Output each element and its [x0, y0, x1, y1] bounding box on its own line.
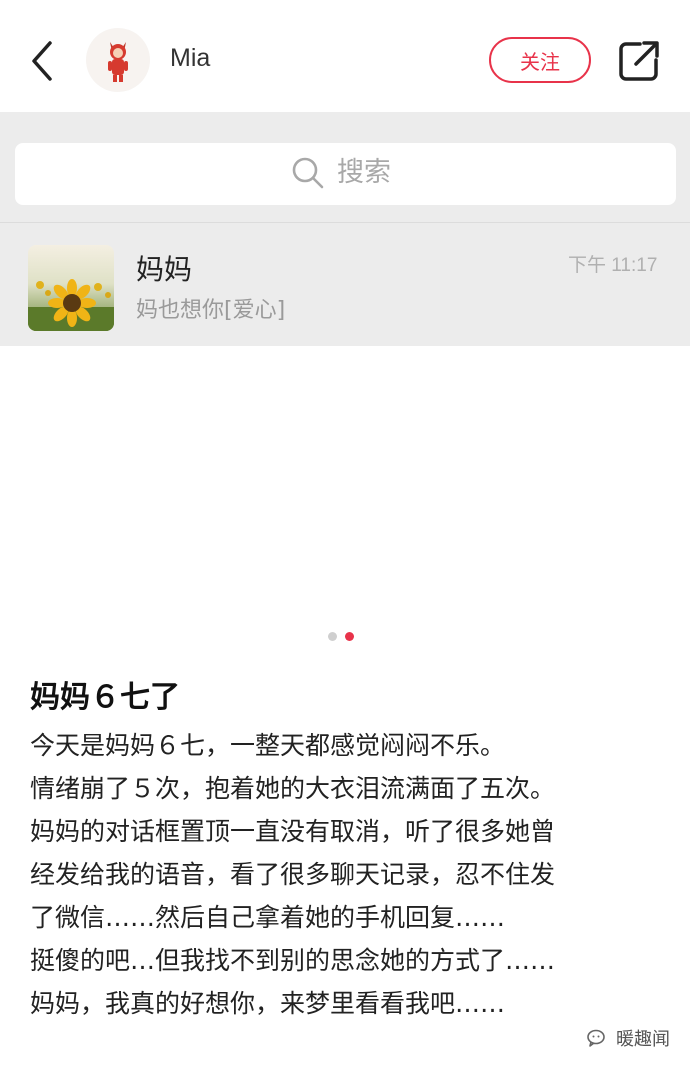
wechat-bubble-icon — [587, 1029, 605, 1047]
post-line: 经发给我的语音，看了很多聊天记录，忍不住发 — [30, 860, 556, 889]
post-line: 挺傻的吧…但我找不到别的思念她的方式了…… — [30, 946, 556, 975]
post-line: 妈妈的对话框置顶一直没有取消，听了很多她曾 — [30, 817, 556, 846]
post-line: 今天是妈妈６七，一整天都感觉闷闷不乐。 — [30, 731, 506, 760]
divider — [0, 222, 690, 223]
share-icon[interactable] — [616, 38, 662, 84]
post-line: 了微信……然后自己拿着她的手机回复…… — [30, 903, 506, 932]
chat-message-preview: 妈也想你[爱心] — [136, 298, 286, 323]
chat-thumbnail-sunflower — [28, 245, 114, 331]
back-chevron-icon[interactable] — [24, 36, 64, 86]
post-body: 今天是妈妈６七，一整天都感觉闷闷不乐。 情绪崩了５次，抱着她的大衣泪流满面了五次… — [30, 724, 670, 1025]
post-line: 妈妈，我真的好想你，来梦里看看我吧…… — [30, 989, 506, 1018]
carousel-dot-1[interactable] — [328, 632, 337, 641]
avatar[interactable] — [86, 28, 150, 92]
avatar-figure-icon — [86, 28, 150, 92]
sunflower-image-icon — [28, 245, 114, 331]
top-bar: Mia 关注 — [0, 0, 690, 112]
search-icon — [292, 157, 324, 189]
chat-timestamp: 下午 11:17 — [568, 255, 658, 276]
watermark-text: 暖趣闻 — [616, 1029, 670, 1050]
post-title: 妈妈６七了 — [30, 680, 180, 715]
chat-contact-name: 妈妈 — [136, 253, 193, 286]
search-placeholder: 搜索 — [337, 157, 391, 188]
carousel-dot-2-active[interactable] — [345, 632, 354, 641]
follow-button[interactable]: 关注 — [489, 37, 591, 83]
username[interactable]: Mia — [170, 44, 210, 73]
post-line: 情绪崩了５次，抱着她的大衣泪流满面了五次。 — [30, 774, 556, 803]
